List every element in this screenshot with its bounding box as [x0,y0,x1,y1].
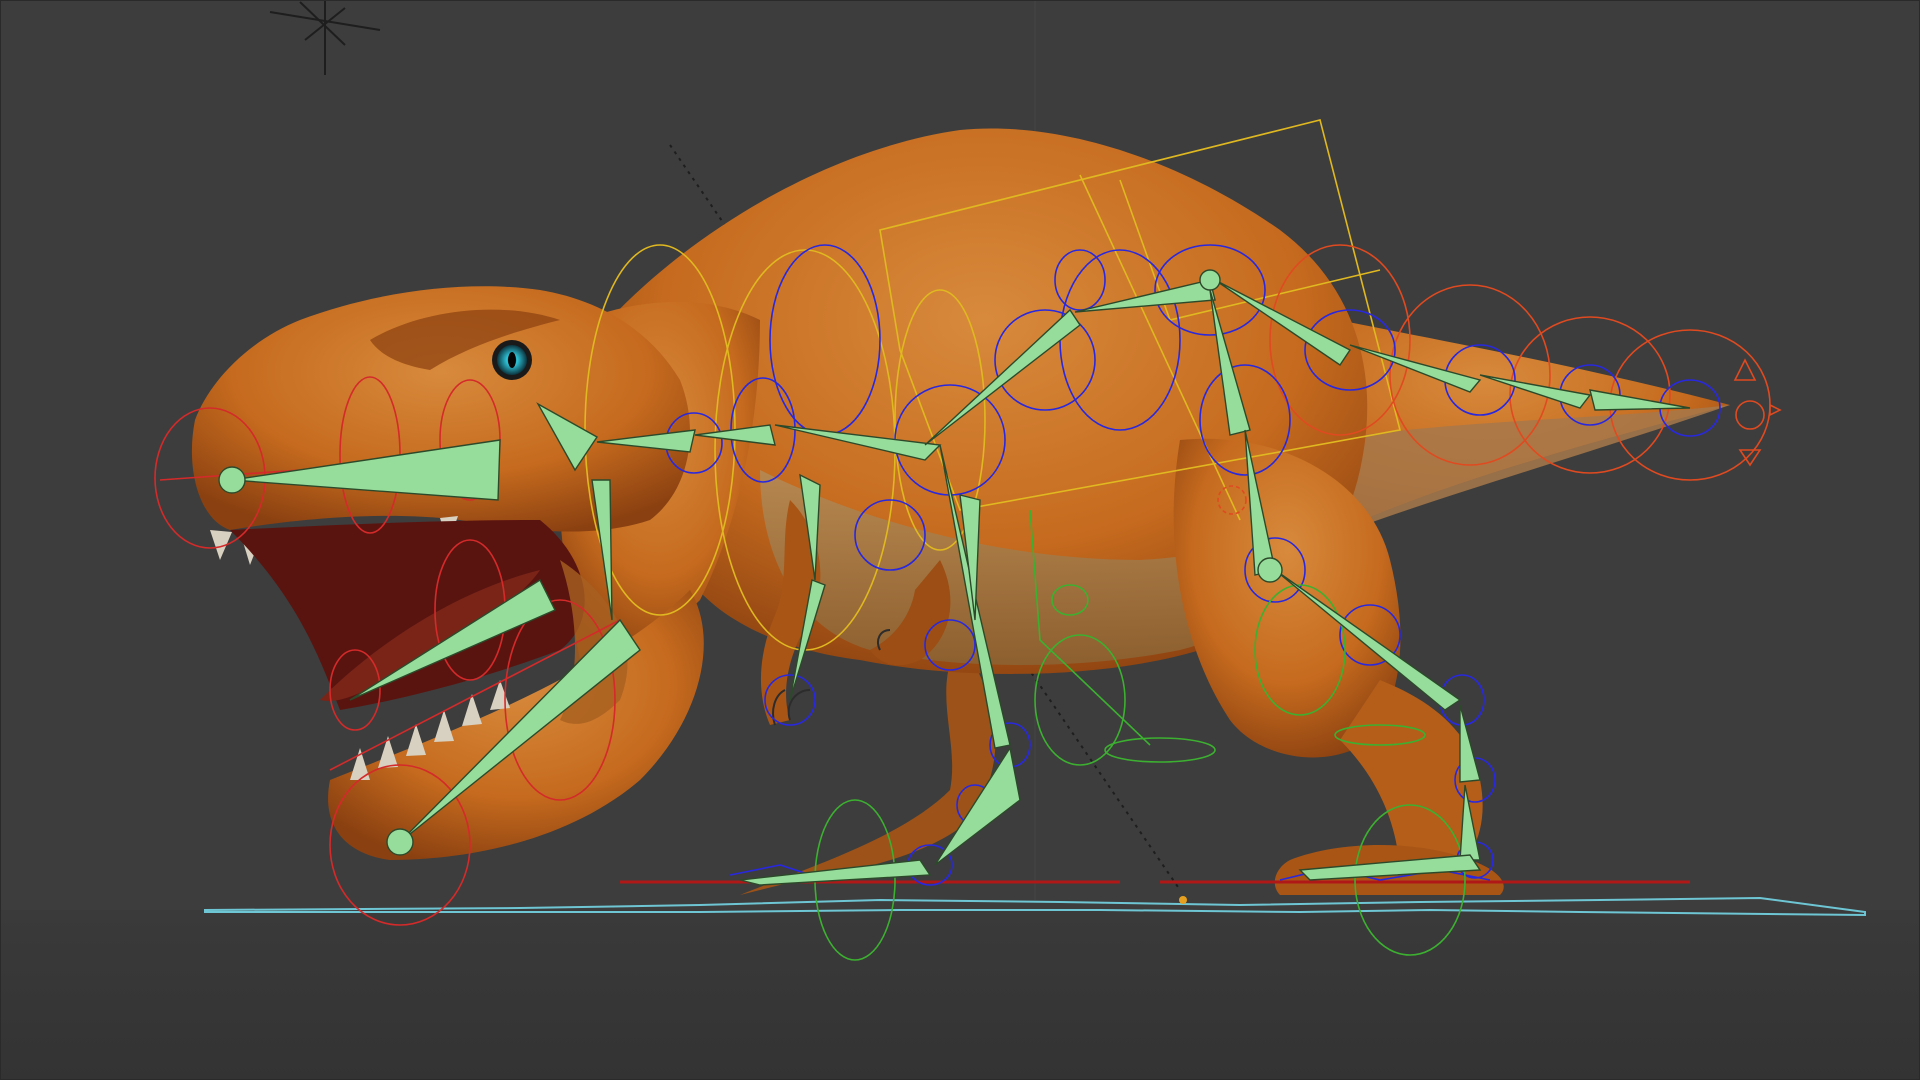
3d-viewport[interactable] [0,0,1920,1080]
bone-jaw-joint[interactable] [386,828,414,856]
origin-marker[interactable] [1179,896,1187,904]
bone-hip-joint[interactable] [1257,557,1283,583]
viewport-canvas[interactable] [0,0,1920,1080]
bone-head-joint[interactable] [218,466,246,494]
bone-neck-joint[interactable] [1199,269,1221,291]
floor-plane [0,910,1920,1080]
eye [492,340,532,380]
